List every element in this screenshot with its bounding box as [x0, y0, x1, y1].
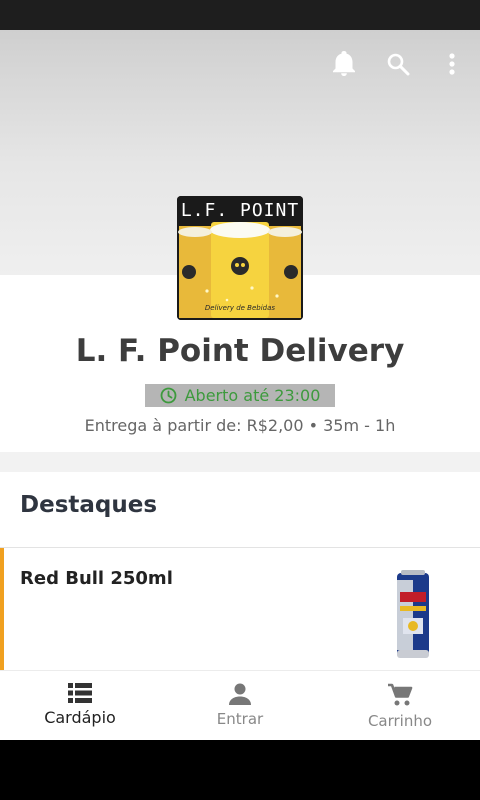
open-status-badge: Aberto até 23:00 [145, 384, 335, 407]
product-accent-bar [0, 548, 4, 670]
product-card[interactable]: Red Bull 250ml [0, 548, 480, 670]
product-name: Red Bull 250ml [20, 568, 173, 589]
store-logo: L.F. POINT Delivery de Bebidas [177, 196, 303, 320]
status-bar [0, 0, 480, 30]
nav-item-carrinho[interactable]: Carrinho [320, 671, 480, 740]
nav-label: Carrinho [367, 712, 433, 730]
nav-label: Entrar [216, 710, 264, 728]
nav-item-cardapio[interactable]: Cardápio [0, 671, 160, 740]
more-vert-icon[interactable] [436, 48, 468, 80]
logo-tagline: Delivery de Bebidas [204, 304, 276, 312]
app-screen: L.F. POINT Delivery de Bebidas L. F. Poi… [0, 30, 480, 740]
cart-icon [388, 683, 413, 706]
top-actions [328, 48, 480, 80]
bell-icon[interactable] [328, 48, 360, 80]
delivery-info: Entrega à partir de: R$2,00 • 35m - 1h [84, 416, 396, 435]
open-status-text: Aberto até 23:00 [184, 386, 321, 405]
nav-label: Cardápio [44, 708, 116, 727]
menu-list-icon [68, 683, 92, 703]
section-title: Destaques [20, 492, 158, 518]
store-name: L. F. Point Delivery [75, 333, 405, 369]
nav-item-entrar[interactable]: Entrar [160, 671, 320, 740]
bottom-nav: Cardápio Entrar Carrinho [0, 670, 480, 740]
product-image [397, 570, 429, 658]
person-icon [229, 683, 251, 705]
search-icon[interactable] [382, 48, 414, 80]
logo-title: L.F. POINT [180, 200, 300, 221]
clock-icon [160, 387, 176, 404]
